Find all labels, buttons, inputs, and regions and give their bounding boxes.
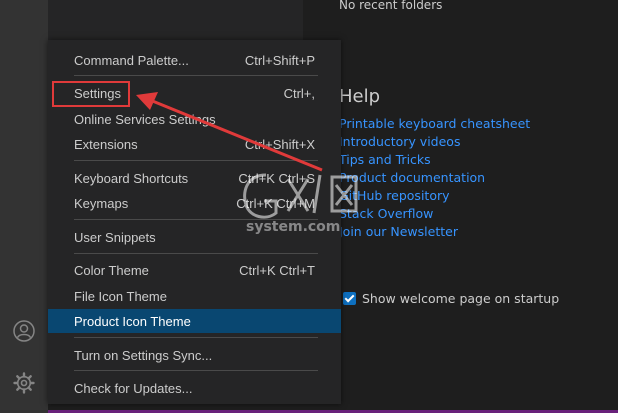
watermark-logo: system.com (236, 165, 376, 235)
svg-text:system.com: system.com (246, 219, 340, 235)
